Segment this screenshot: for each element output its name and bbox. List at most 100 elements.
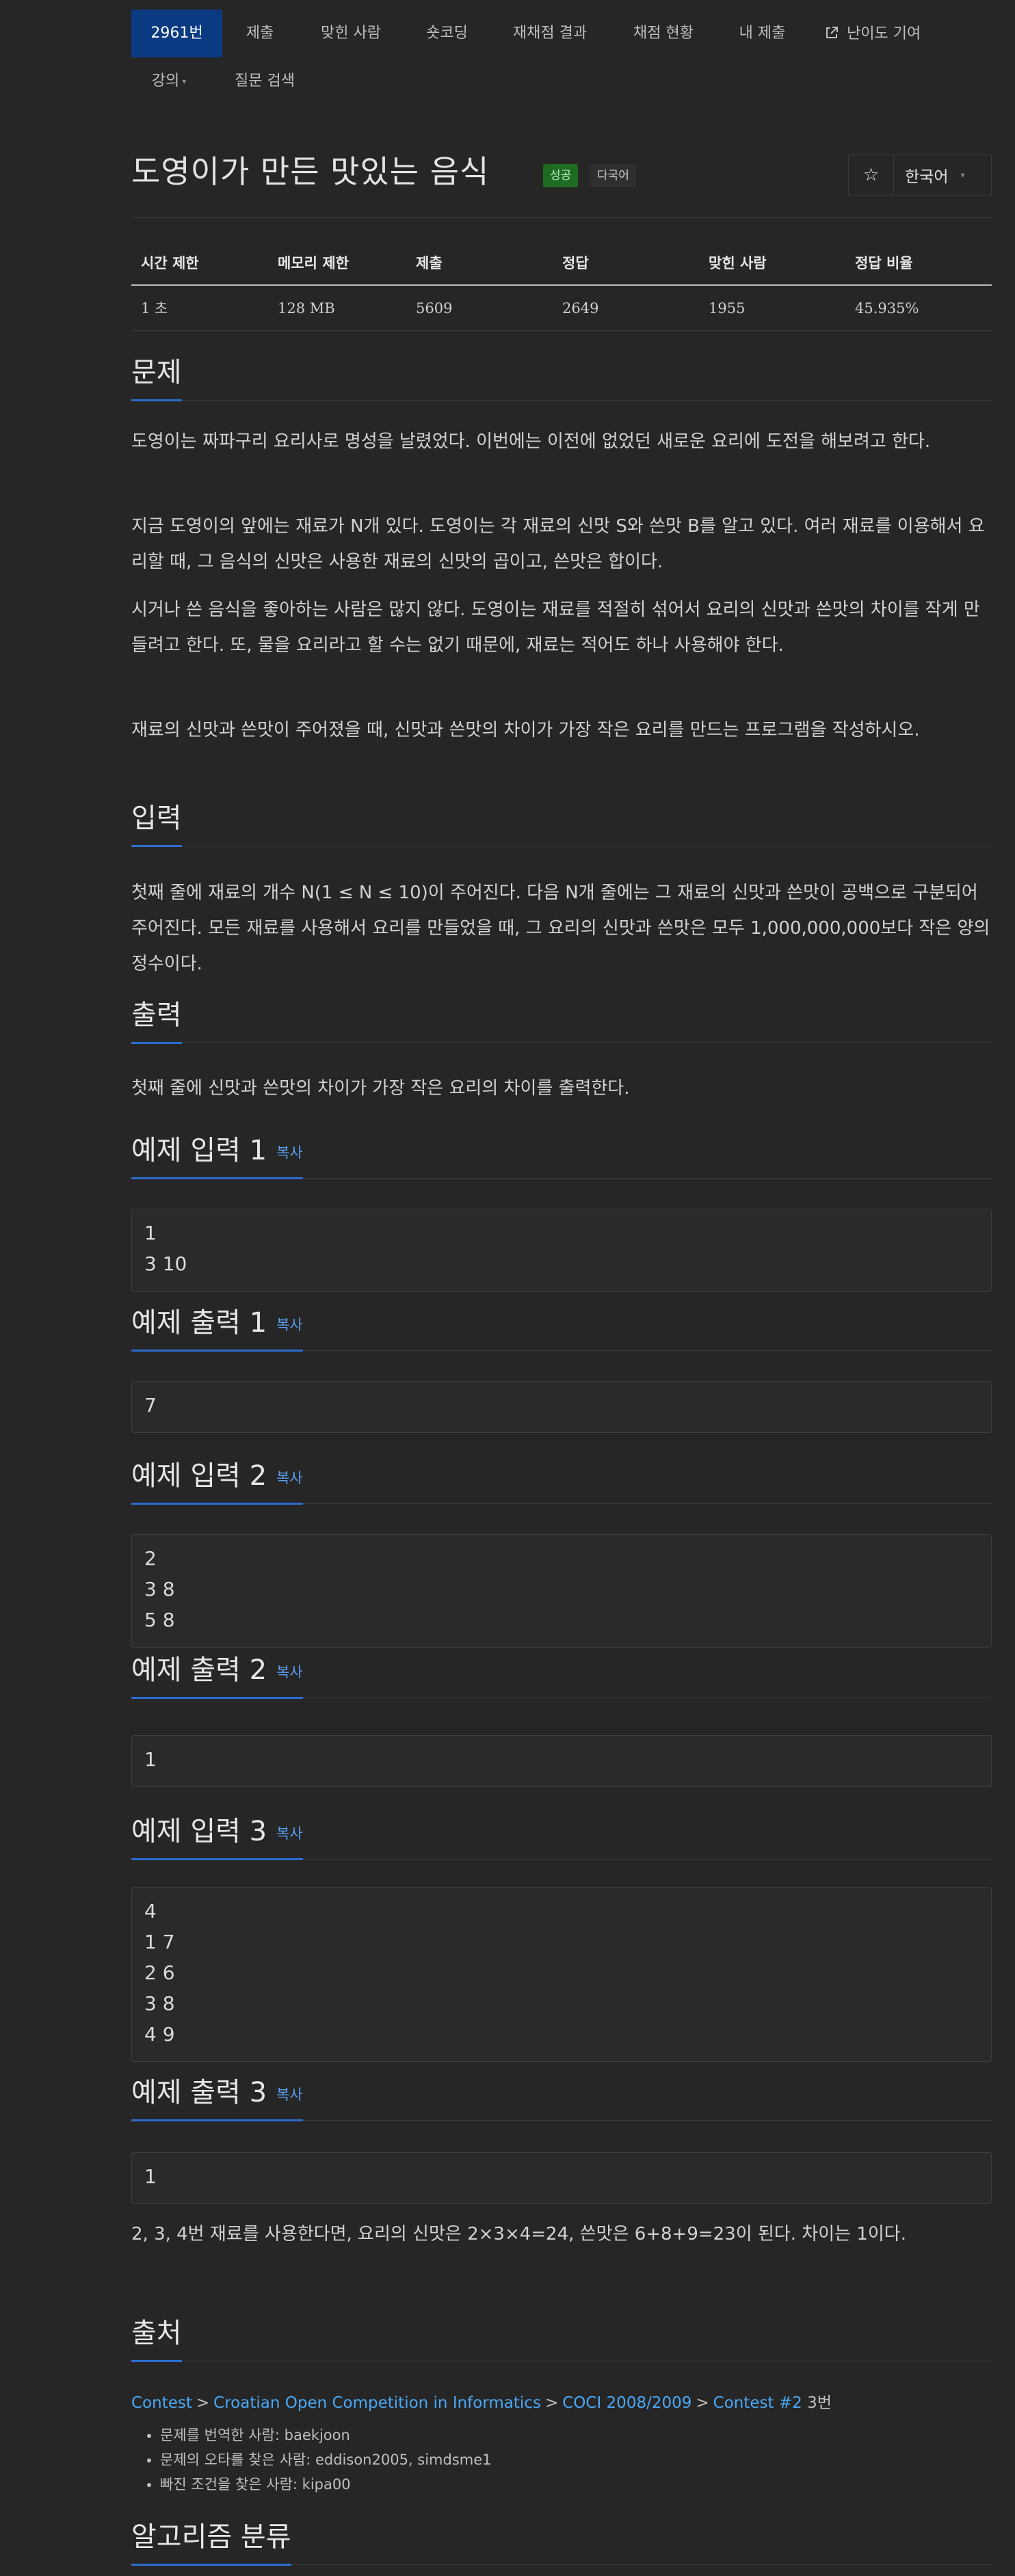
sample-output-3: 1 — [131, 2152, 992, 2204]
breadcrumb-separator: > — [196, 2394, 210, 2412]
problem-info-table: 시간 제한 메모리 제한 제출 정답 맞힌 사람 정답 비율 1 초 128 M… — [131, 241, 992, 331]
sample-input-2-header: 예제 입력 2 복사 — [131, 1453, 992, 1505]
problem-paragraph: 도영이는 짜파구리 요리사로 명성을 날렸었다. 이번에는 이전에 없었던 새로… — [131, 431, 931, 452]
section-title: 예제 입력 3 복사 — [131, 1809, 303, 1860]
language-label: 한국어 — [905, 168, 949, 186]
copy-button[interactable]: 복사 — [276, 1470, 303, 1486]
nav-my-submissions[interactable]: 내 제출 — [717, 10, 808, 57]
nav-label: 채점 현황 — [633, 25, 694, 42]
chevron-down-icon: ▾ — [182, 77, 187, 86]
source-link-coci-2008[interactable]: COCI 2008/2009 — [562, 2394, 691, 2412]
section-title: 예제 출력 2 복사 — [131, 1648, 303, 1699]
divider — [131, 217, 992, 218]
source-link-coi[interactable]: Croatian Open Competition in Informatics — [213, 2394, 541, 2412]
table-header-row: 시간 제한 메모리 제한 제출 정답 맞힌 사람 정답 비율 — [131, 241, 992, 286]
sample-output-3-header: 예제 출력 3 복사 — [131, 2070, 992, 2121]
sample-input-2: 2 3 8 5 8 — [131, 1534, 992, 1648]
nav-judge-status[interactable]: 채점 현황 — [610, 10, 717, 57]
page: 2961번 제출 맞힌 사람 숏코딩 재채점 결과 채점 현황 내 제출 난이도… — [0, 0, 1015, 2576]
problem-paragraph: 지금 도영이의 앞에는 재료가 N개 있다. 도영이는 각 재료의 신맛 S와 … — [131, 516, 985, 572]
section-title: 출력 — [131, 993, 182, 1044]
section-input-header: 입력 — [131, 796, 992, 847]
chevron-down-icon: ▾ — [960, 170, 965, 180]
nav-label: 재채점 결과 — [512, 25, 588, 42]
nav-label: 내 제출 — [739, 25, 786, 42]
section-title: 문제 — [131, 350, 182, 401]
status-badge-multilang: 다국어 — [590, 164, 636, 187]
section-title: 입력 — [131, 796, 182, 847]
section-algorithm-header: 알고리즘 분류 — [131, 2514, 992, 2566]
sample-output-1-header: 예제 출력 1 복사 — [131, 1300, 992, 1352]
table-cell: 1955 — [709, 300, 746, 317]
copy-button[interactable]: 복사 — [276, 1664, 303, 1680]
copy-button[interactable]: 복사 — [276, 1825, 303, 1842]
nav-label: 난이도 기여 — [847, 25, 921, 42]
problem-paragraph: 재료의 신맛과 쓴맛이 주어졌을 때, 신맛과 쓴맛의 차이가 가장 작은 요리… — [131, 720, 920, 740]
section-title: 예제 출력 3 복사 — [131, 2070, 303, 2121]
table-header: 맞힌 사람 — [709, 255, 767, 271]
source-link-contest-2[interactable]: Contest #2 — [713, 2394, 802, 2412]
nav-problem-number[interactable]: 2961번 — [131, 10, 222, 57]
table-cell: 5609 — [416, 300, 453, 317]
copy-button[interactable]: 복사 — [276, 1317, 303, 1333]
nav-submit[interactable]: 제출 — [222, 10, 298, 57]
sample-input-1: 1 3 10 — [131, 1209, 992, 1292]
section-output-header: 출력 — [131, 993, 992, 1044]
table-header: 정답 비율 — [855, 255, 913, 271]
section-title: 알고리즘 분류 — [131, 2514, 291, 2566]
section-title: 예제 출력 1 복사 — [131, 1300, 303, 1352]
table-cell: 45.935% — [855, 300, 919, 317]
table-header: 제출 — [416, 255, 443, 271]
section-title-text: 예제 입력 1 — [131, 1135, 267, 1166]
external-link-icon — [825, 25, 843, 42]
source-problem-number: 3번 — [807, 2394, 832, 2412]
table-cell: 128 MB — [278, 300, 335, 317]
section-problem-header: 문제 — [131, 350, 992, 401]
input-paragraph: 첫째 줄에 재료의 개수 N(1 ≤ N ≤ 10)이 주어진다. 다음 N개 … — [131, 883, 990, 974]
nav-rejudge-results[interactable]: 재채점 결과 — [490, 10, 610, 57]
section-title-text: 예제 출력 1 — [131, 1307, 267, 1339]
source-breadcrumb: Contest > Croatian Open Competition in Inf… — [131, 2389, 832, 2413]
problem-paragraph: 시거나 쓴 음식을 좋아하는 사람은 많지 않다. 도영이는 재료를 적절히 섞… — [131, 600, 980, 656]
table-cell: 2649 — [562, 300, 599, 317]
copy-button[interactable]: 복사 — [276, 1144, 303, 1161]
section-title-text: 예제 입력 2 — [131, 1460, 267, 1492]
table-cell: 1 초 — [141, 300, 168, 317]
credit-item: 문제를 번역한 사람: baekjoon — [160, 2424, 350, 2445]
output-paragraph: 첫째 줄에 신맛과 쓴맛의 차이가 가장 작은 요리의 차이를 출력한다. — [131, 1078, 630, 1099]
nav-label: 숏코딩 — [426, 25, 468, 42]
table-header: 정답 — [562, 255, 589, 271]
table-row: 1 초 128 MB 5609 2649 1955 45.935% — [131, 286, 992, 331]
section-source-header: 출처 — [131, 2311, 992, 2362]
nav-lectures[interactable]: 강의 ▾ — [131, 57, 207, 105]
sample-output-2: 1 — [131, 1735, 992, 1787]
sample-input-1-header: 예제 입력 1 복사 — [131, 1128, 992, 1179]
star-icon: ☆ — [862, 165, 880, 185]
sample-input-3: 4 1 7 2 6 3 8 4 9 — [131, 1887, 992, 2062]
nav-solved-users[interactable]: 맞힌 사람 — [298, 10, 404, 57]
source-link-contest[interactable]: Contest — [131, 2394, 192, 2412]
sample-explanation: 2, 3, 4번 재료를 사용한다면, 요리의 신맛은 2×3×4=24, 쓴맛… — [131, 2224, 906, 2244]
section-title: 예제 입력 1 복사 — [131, 1128, 303, 1179]
credit-item: 빠진 조건을 찾은 사람: kipa00 — [160, 2473, 351, 2494]
sample-input-3-header: 예제 입력 3 복사 — [131, 1809, 992, 1860]
nav-question-search[interactable]: 질문 검색 — [213, 57, 316, 105]
copy-button[interactable]: 복사 — [276, 2087, 303, 2103]
nav-label: 질문 검색 — [235, 72, 295, 90]
nav-difficulty-contribute[interactable]: 난이도 기여 — [808, 10, 938, 57]
title-row: 도영이가 만든 맛있는 음식 성공 다국어 ☆ 한국어 ▾ — [131, 148, 992, 202]
table-header: 메모리 제한 — [278, 255, 349, 271]
page-title: 도영이가 만든 맛있는 음식 — [131, 153, 490, 190]
problem-nav: 2961번 제출 맞힌 사람 숏코딩 재채점 결과 채점 현황 내 제출 난이도… — [131, 10, 992, 105]
status-badge-success: 성공 — [543, 164, 579, 187]
nav-label: 강의 — [151, 72, 180, 90]
section-title: 출처 — [131, 2311, 182, 2362]
breadcrumb-separator: > — [696, 2394, 709, 2412]
language-select[interactable]: 한국어 ▾ — [894, 155, 991, 195]
lang-button-group: ☆ 한국어 ▾ — [848, 155, 992, 196]
nav-short-coding[interactable]: 숏코딩 — [404, 10, 490, 57]
sample-output-1: 7 — [131, 1381, 992, 1433]
section-title-text: 예제 입력 3 — [131, 1816, 267, 1847]
nav-label: 제출 — [246, 25, 274, 42]
star-button[interactable]: ☆ — [849, 155, 894, 195]
